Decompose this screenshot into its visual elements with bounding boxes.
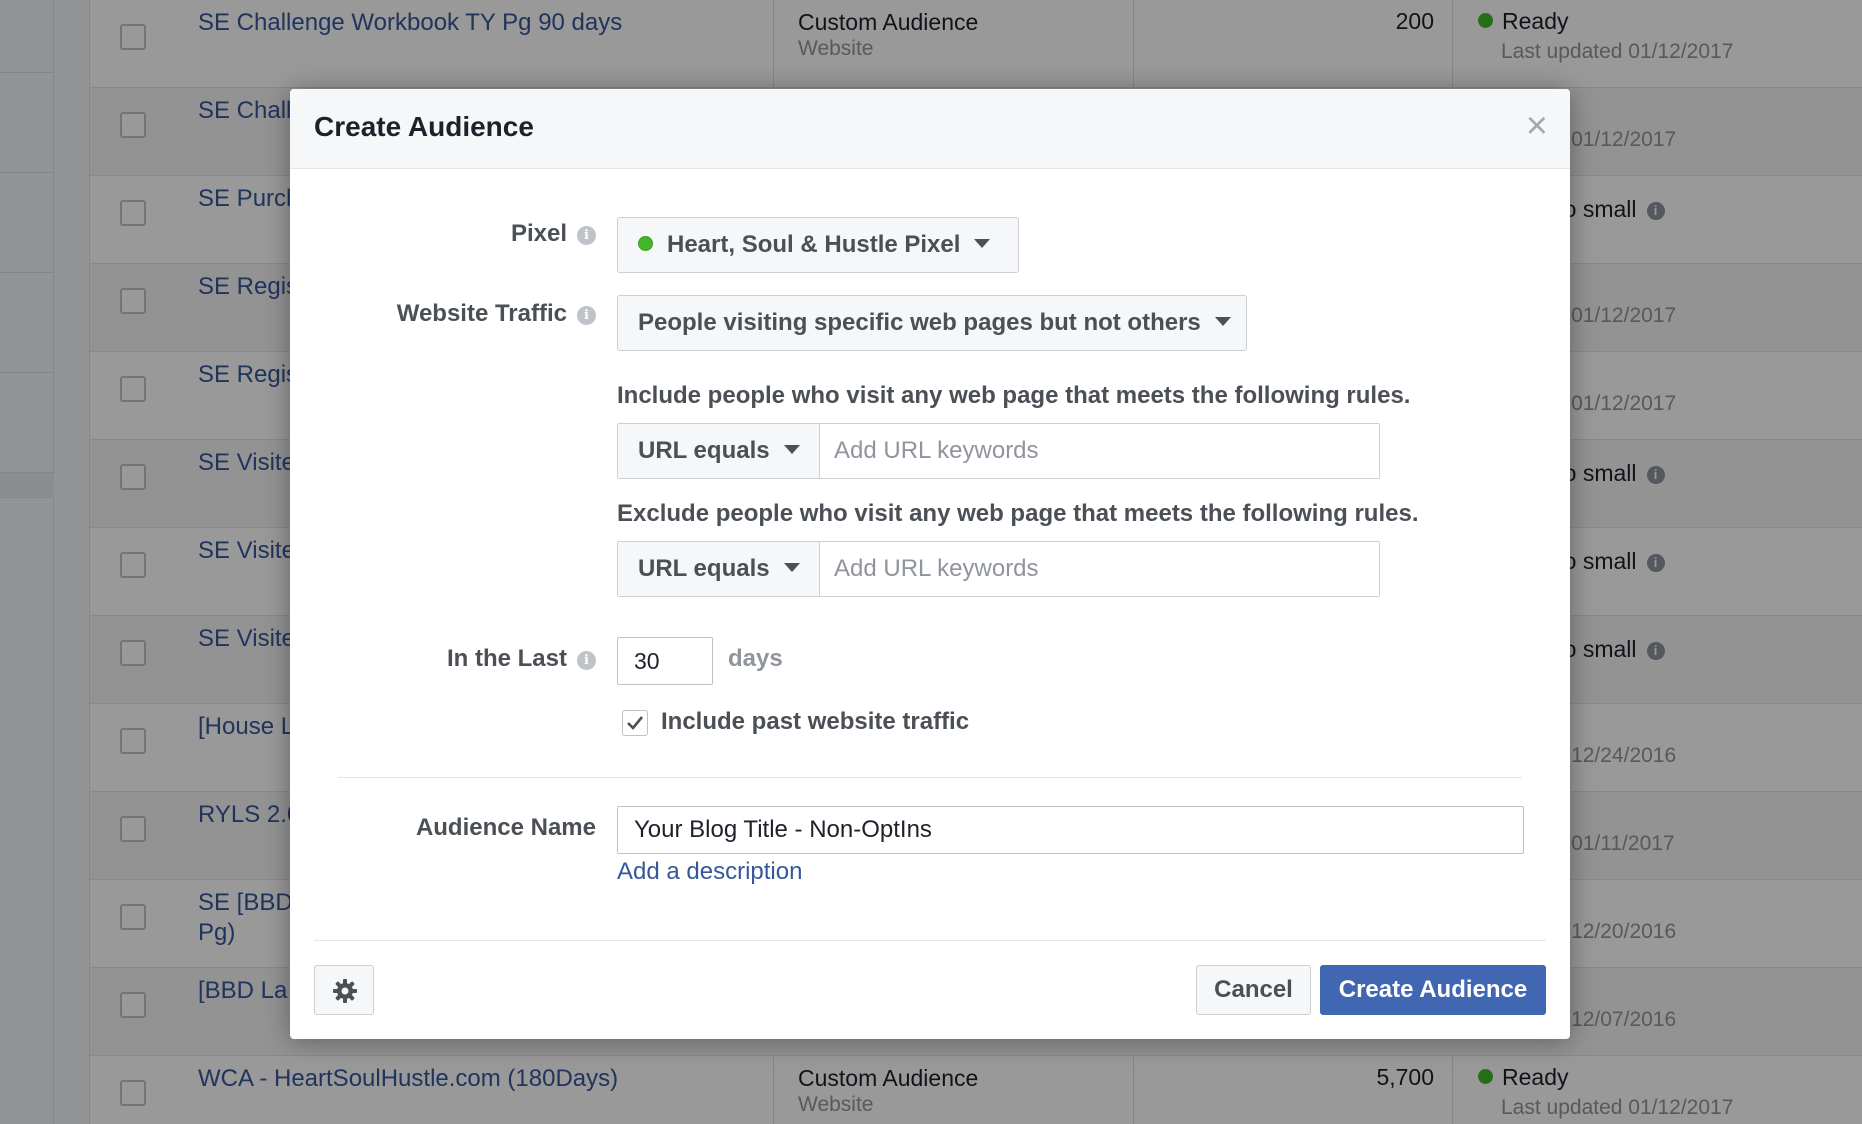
pixel-status-dot bbox=[638, 236, 653, 251]
pixel-label-row: Pixel i bbox=[290, 220, 596, 248]
chevron-down-icon bbox=[1214, 317, 1231, 326]
exclude-operator-dropdown[interactable]: URL equals bbox=[618, 542, 820, 596]
website-traffic-label-row: Website Traffic i bbox=[290, 300, 596, 328]
in-the-last-label: In the Last bbox=[446, 645, 567, 672]
website-traffic-dropdown[interactable]: People visiting specific web pages but n… bbox=[617, 295, 1247, 351]
settings-button[interactable] bbox=[314, 965, 374, 1015]
close-icon[interactable]: × bbox=[1526, 103, 1548, 149]
add-description-link[interactable]: Add a description bbox=[617, 858, 802, 886]
days-unit-label: days bbox=[728, 645, 783, 672]
in-the-last-label-row: In the Last i bbox=[290, 645, 596, 673]
exclude-url-keywords-input[interactable] bbox=[820, 542, 1379, 596]
exclude-rules-text: Exclude people who visit any web page th… bbox=[617, 500, 1419, 527]
footer-divider bbox=[314, 940, 1546, 941]
dialog-title: Create Audience bbox=[314, 111, 534, 142]
create-audience-dialog: Create Audience × Pixel i Heart, Soul & H… bbox=[290, 89, 1570, 1039]
checkmark-icon bbox=[627, 716, 644, 730]
chevron-down-icon bbox=[783, 563, 800, 572]
info-icon[interactable]: i bbox=[577, 306, 596, 325]
include-operator-dropdown[interactable]: URL equals bbox=[618, 424, 820, 478]
include-rule-group: URL equals bbox=[617, 423, 1380, 479]
info-icon[interactable]: i bbox=[577, 651, 596, 670]
include-past-traffic-label[interactable]: Include past website traffic bbox=[661, 708, 969, 736]
gear-icon bbox=[333, 979, 357, 1003]
days-input[interactable] bbox=[617, 637, 713, 685]
include-url-keywords-input[interactable] bbox=[820, 424, 1379, 478]
chevron-down-icon bbox=[783, 445, 800, 454]
audience-name-input[interactable] bbox=[617, 806, 1524, 854]
exclude-operator-value: URL equals bbox=[638, 555, 770, 582]
audience-name-label: Audience Name bbox=[415, 814, 596, 841]
include-operator-value: URL equals bbox=[638, 437, 770, 464]
cancel-button[interactable]: Cancel bbox=[1196, 965, 1311, 1015]
chevron-down-icon bbox=[974, 239, 991, 248]
section-divider bbox=[338, 777, 1522, 778]
website-traffic-dropdown-value: People visiting specific web pages but n… bbox=[638, 309, 1201, 336]
include-past-traffic-checkbox[interactable] bbox=[622, 710, 648, 736]
pixel-label: Pixel bbox=[510, 220, 567, 247]
create-audience-button[interactable]: Create Audience bbox=[1320, 965, 1546, 1015]
exclude-rule-group: URL equals bbox=[617, 541, 1380, 597]
dialog-header: Create Audience × bbox=[290, 89, 1570, 169]
pixel-dropdown-value: Heart, Soul & Hustle Pixel bbox=[667, 231, 961, 258]
include-rules-text: Include people who visit any web page th… bbox=[617, 382, 1411, 409]
pixel-dropdown[interactable]: Heart, Soul & Hustle Pixel bbox=[617, 217, 1019, 273]
website-traffic-label: Website Traffic bbox=[396, 300, 567, 327]
info-icon[interactable]: i bbox=[577, 226, 596, 245]
